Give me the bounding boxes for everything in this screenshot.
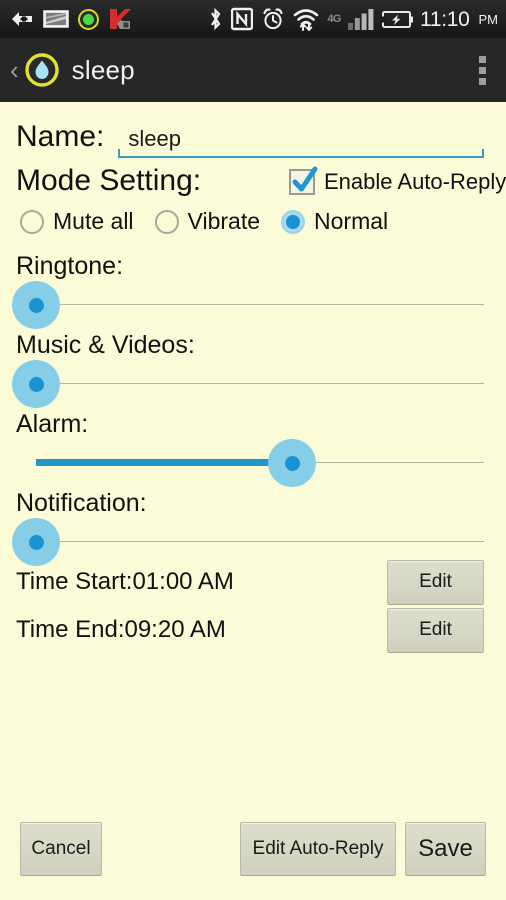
mode-setting-row: Mode Setting: Enable Auto-Reply (0, 164, 506, 206)
ringtone-slider-track (36, 304, 484, 305)
alarm-slider-thumb[interactable] (268, 439, 316, 487)
time-start-row: Time Start:01:00 AM Edit (0, 558, 506, 606)
radio-option-normal[interactable]: Normal (281, 208, 388, 235)
name-input[interactable] (118, 126, 485, 158)
nfc-icon (231, 7, 254, 31)
screenshot-icon (43, 10, 69, 28)
radio-option-mute-all[interactable]: Mute all (20, 208, 134, 235)
music-videos-slider-track (36, 383, 484, 384)
overflow-dot (479, 66, 486, 74)
music-videos-slider[interactable] (0, 360, 506, 408)
signal-bars-icon (348, 9, 374, 30)
cancel-button[interactable]: Cancel (20, 822, 102, 876)
music-videos-slider-thumb[interactable] (12, 360, 60, 408)
slider-group-notification: Notification: (0, 489, 506, 566)
edit-auto-reply-button[interactable]: Edit Auto-Reply (240, 822, 396, 876)
ringtone-label: Ringtone: (16, 252, 124, 280)
mode-setting-label: Mode Setting: (16, 164, 202, 197)
back-arrow-plus-icon (12, 12, 32, 26)
radio-mute-all-icon[interactable] (20, 209, 44, 234)
check-icon (292, 166, 318, 192)
status-bar-system-icons (208, 7, 319, 31)
action-bar: ‹ sleep (0, 38, 506, 102)
enable-auto-reply-label: Enable Auto-Reply (324, 169, 506, 194)
radio-vibrate-icon[interactable] (154, 209, 179, 234)
ringtone-slider-thumb[interactable] (12, 281, 60, 329)
radio-normal-icon[interactable] (281, 209, 306, 234)
overflow-menu-icon[interactable] (473, 50, 492, 91)
slider-group-music-videos: Music & Videos: (0, 331, 506, 408)
name-label: Name: (16, 120, 105, 153)
radio-option-vibrate[interactable]: Vibrate (154, 208, 261, 235)
ringtone-slider[interactable] (0, 281, 506, 329)
status-bar-right-icons: 4G 11:10 PM (327, 8, 498, 30)
status-bar-left-icons (10, 8, 132, 30)
save-button[interactable]: Save (405, 822, 486, 876)
alarm-clock-icon (263, 8, 283, 30)
name-input-wrapper (118, 126, 485, 158)
time-start-label: Time Start:01:00 AM (16, 568, 234, 595)
music-videos-label: Music & Videos: (16, 331, 195, 359)
time-end-edit-button[interactable]: Edit (387, 607, 484, 653)
status-bar-clock-ampm: PM (478, 11, 499, 27)
radio-normal-label: Normal (314, 208, 389, 234)
time-end-row: Time End:09:20 AM Edit (0, 606, 506, 654)
mode-radio-group: Mute all Vibrate Normal (20, 208, 409, 235)
footer-button-bar: Cancel Edit Auto-Reply Save (0, 822, 506, 876)
settings-form: Name: Mode Setting: Enable Auto-Reply Mu… (0, 102, 506, 900)
name-row: Name: (0, 120, 506, 164)
green-circle-app-icon (78, 8, 99, 30)
enable-auto-reply-checkbox[interactable] (289, 166, 318, 195)
radio-vibrate-label: Vibrate (187, 208, 261, 234)
alarm-slider[interactable] (0, 439, 506, 487)
back-chevron-icon[interactable]: ‹ (6, 57, 25, 83)
bluetooth-icon (211, 7, 221, 31)
network-type-label: 4G (327, 13, 341, 25)
enable-auto-reply-checkbox-row[interactable]: Enable Auto-Reply (289, 166, 506, 195)
alarm-slider-fill (36, 459, 292, 466)
overflow-dot (479, 55, 486, 63)
status-bar: 4G 11:10 PM (0, 0, 506, 38)
time-end-label: Time End:09:20 AM (16, 616, 226, 643)
kaspersky-icon (110, 9, 131, 29)
alarm-label: Alarm: (16, 410, 89, 438)
status-bar-clock: 11:10 (420, 7, 470, 31)
battery-charging-icon (381, 10, 413, 28)
notification-slider-track (36, 541, 484, 542)
slider-group-ringtone: Ringtone: (0, 252, 506, 329)
radio-mute-all-label: Mute all (53, 208, 134, 234)
page-title: sleep (71, 54, 135, 85)
wifi-transfer-icon (294, 9, 319, 31)
sleep-droplet-icon (24, 53, 59, 87)
time-start-edit-button[interactable]: Edit (387, 559, 484, 605)
overflow-dot (479, 77, 486, 85)
notification-label: Notification: (16, 489, 147, 517)
slider-group-alarm: Alarm: (0, 410, 506, 487)
